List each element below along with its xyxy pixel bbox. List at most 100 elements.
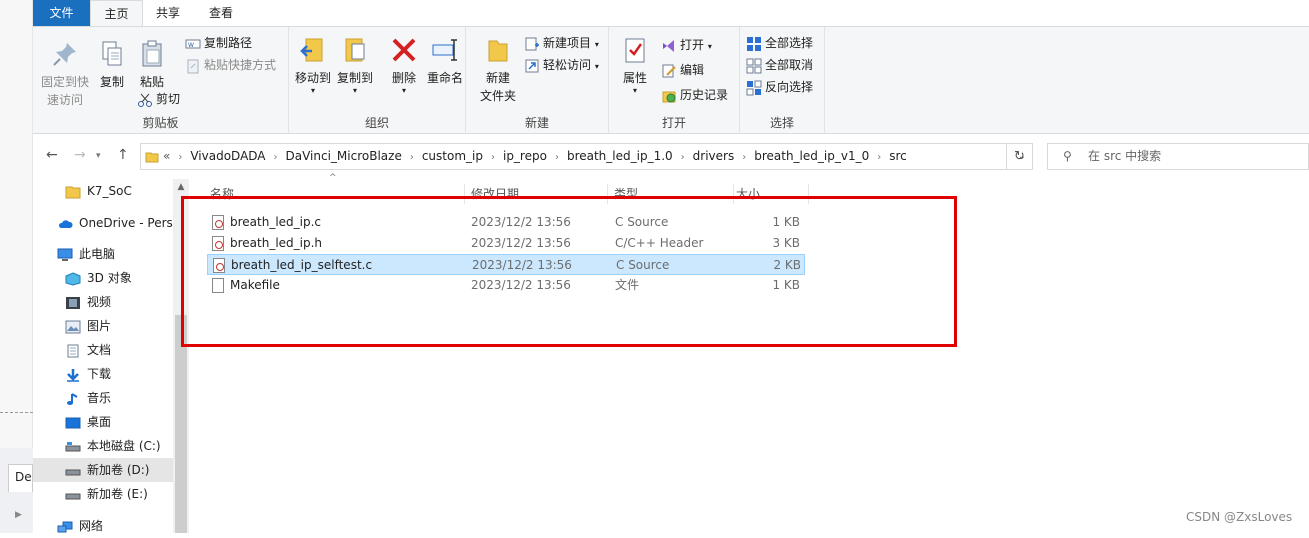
paste-shortcut-button[interactable]: 粘贴快捷方式 <box>185 55 276 75</box>
folder-icon <box>65 186 81 198</box>
breadcrumb-overflow[interactable]: « <box>163 149 170 163</box>
properties-button[interactable]: 属性 ▾ <box>615 35 655 95</box>
cube-icon <box>65 271 81 286</box>
pin-icon <box>53 43 76 66</box>
nav-item-onedrive[interactable]: OneDrive - Perso <box>57 211 173 235</box>
breadcrumb-item[interactable]: breath_led_ip_v1_0 <box>754 149 869 163</box>
move-to-label: 移动到 <box>294 71 331 85</box>
paste-button[interactable]: 粘贴 <box>135 39 169 91</box>
breadcrumb-item[interactable]: src <box>889 149 907 163</box>
nav-item-drive-e[interactable]: 新加卷 (E:) <box>65 482 148 506</box>
clipboard-group-label: 剪贴板 <box>142 116 179 130</box>
highlight-annotation-box <box>181 196 957 347</box>
address-box[interactable]: « › VivadoDADA › DaVinci_MicroBlaze › custom_i… <box>140 143 1033 170</box>
cut-button[interactable]: 剪切 <box>137 89 180 109</box>
nav-item-videos[interactable]: 视频 <box>65 290 111 314</box>
nav-item-k7-soc[interactable]: K7_SoC <box>65 179 132 203</box>
scroll-up-icon[interactable]: ▲ <box>173 179 189 196</box>
new-item-button[interactable]: 新建项目 ▾ <box>524 33 599 53</box>
tab-home[interactable]: 主页 <box>90 0 143 26</box>
nav-item-this-pc[interactable]: 此电脑 <box>57 242 115 266</box>
tab-view[interactable]: 查看 <box>195 0 247 26</box>
back-arrow-icon[interactable]: ← <box>46 147 58 163</box>
background-window: Des ▶ <box>0 0 33 533</box>
picture-icon <box>65 320 81 333</box>
new-folder-icon <box>488 40 508 62</box>
nav-item-downloads[interactable]: 下载 <box>65 362 111 386</box>
select-all-label: 全部选择 <box>765 36 814 50</box>
nav-item-label: 3D 对象 <box>87 271 132 285</box>
nav-item-documents[interactable]: 文档 <box>65 338 111 362</box>
video-icon <box>66 296 80 309</box>
desktop-icon <box>65 417 81 428</box>
tab-file[interactable]: 文件 <box>33 0 90 26</box>
chevron-right-icon: › <box>680 152 685 163</box>
copy-icon <box>102 41 122 66</box>
select-none-button[interactable]: 全部取消 <box>746 55 813 75</box>
forward-arrow-icon[interactable]: → <box>74 147 86 163</box>
rename-icon <box>432 39 457 61</box>
edit-label: 编辑 <box>680 63 705 77</box>
breadcrumb-item[interactable]: drivers <box>693 149 735 163</box>
history-button[interactable]: 历史记录 <box>661 85 728 105</box>
rename-button[interactable]: 重命名 <box>425 35 465 87</box>
chevron-right-icon: › <box>877 152 882 163</box>
easy-access-icon <box>525 59 539 72</box>
ribbon: 固定到快 速访问 复制 粘贴 W 复制路径 粘贴快捷方式 剪切 剪贴板 移动到 ▾ <box>33 26 1309 134</box>
nav-item-network[interactable]: 网络 <box>57 514 103 538</box>
breadcrumb-item[interactable]: custom_ip <box>422 149 483 163</box>
nav-item-music[interactable]: 音乐 <box>65 386 111 410</box>
nav-item-drive-c[interactable]: 本地磁盘 (C:) <box>65 434 161 458</box>
sort-up-icon: ^ <box>329 173 337 183</box>
open-label: 打开 <box>680 38 705 52</box>
new-folder-label-1: 新建 <box>485 71 510 85</box>
pin-quick-access-button[interactable]: 固定到快 速访问 <box>39 39 91 109</box>
invert-selection-button[interactable]: 反向选择 <box>746 77 813 97</box>
refresh-button[interactable]: ↻ <box>1006 143 1033 170</box>
select-all-button[interactable]: 全部选择 <box>746 33 813 53</box>
clipboard-group: 固定到快 速访问 复制 粘贴 W 复制路径 粘贴快捷方式 剪切 剪贴板 <box>33 27 289 134</box>
copy-button[interactable]: 复制 <box>95 39 129 91</box>
nav-item-drive-d[interactable]: 新加卷 (D:) <box>33 458 173 482</box>
organize-group: 移动到 ▾ 复制到 ▾ 删除 ▾ 重命名 组织 <box>289 27 466 134</box>
tab-share[interactable]: 共享 <box>143 0 193 26</box>
properties-icon <box>625 38 645 63</box>
download-icon <box>67 368 79 382</box>
navigation-pane: K7_SoC OneDrive - Perso 此电脑 3D 对象 视频 图片 … <box>33 179 189 533</box>
up-arrow-icon[interactable]: ↑ <box>117 147 129 163</box>
drive-icon <box>65 493 81 499</box>
breadcrumb-item[interactable]: ip_repo <box>503 149 547 163</box>
nav-item-label: K7_SoC <box>87 184 132 198</box>
open-button[interactable]: 打开 ▾ <box>661 35 712 55</box>
recent-dropdown-icon[interactable]: ▾ <box>96 151 101 161</box>
nav-item-label: 此电脑 <box>79 247 116 261</box>
nav-item-desktop[interactable]: 桌面 <box>65 410 111 434</box>
move-to-button[interactable]: 移动到 ▾ <box>293 35 333 95</box>
nav-item-3d-objects[interactable]: 3D 对象 <box>65 266 132 290</box>
refresh-icon: ↻ <box>1014 149 1025 164</box>
nav-item-label: 下载 <box>87 367 112 381</box>
scissors-icon <box>138 93 152 107</box>
chevron-right-icon: › <box>273 152 278 163</box>
copy-path-label: 复制路径 <box>204 36 253 50</box>
search-placeholder: 在 src 中搜索 <box>1088 149 1162 163</box>
chevron-right-icon: › <box>554 152 559 163</box>
breadcrumb-item[interactable]: DaVinci_MicroBlaze <box>286 149 402 163</box>
breadcrumb-item[interactable]: VivadoDADA <box>190 149 265 163</box>
select-group-label: 选择 <box>769 116 794 130</box>
edit-button[interactable]: 编辑 <box>661 60 704 80</box>
new-folder-button[interactable]: 新建 文件夹 <box>478 35 518 105</box>
copy-path-button[interactable]: W 复制路径 <box>185 33 252 53</box>
delete-button[interactable]: 删除 ▾ <box>387 35 421 95</box>
search-input[interactable]: ⚲ 在 src 中搜索 <box>1047 143 1309 170</box>
copy-to-button[interactable]: 复制到 ▾ <box>335 35 375 95</box>
background-tab[interactable]: Des <box>8 464 33 492</box>
breadcrumb-item[interactable]: breath_led_ip_1.0 <box>567 149 673 163</box>
nav-item-pictures[interactable]: 图片 <box>65 314 111 338</box>
watermark: CSDN @ZxsLoves <box>1186 510 1293 524</box>
copy-path-icon: W <box>185 39 201 49</box>
search-icon: ⚲ <box>1063 149 1072 163</box>
easy-access-button[interactable]: 轻松访问 ▾ <box>524 55 599 75</box>
open-group-label: 打开 <box>661 116 686 130</box>
scroll-thumb[interactable] <box>175 315 187 533</box>
